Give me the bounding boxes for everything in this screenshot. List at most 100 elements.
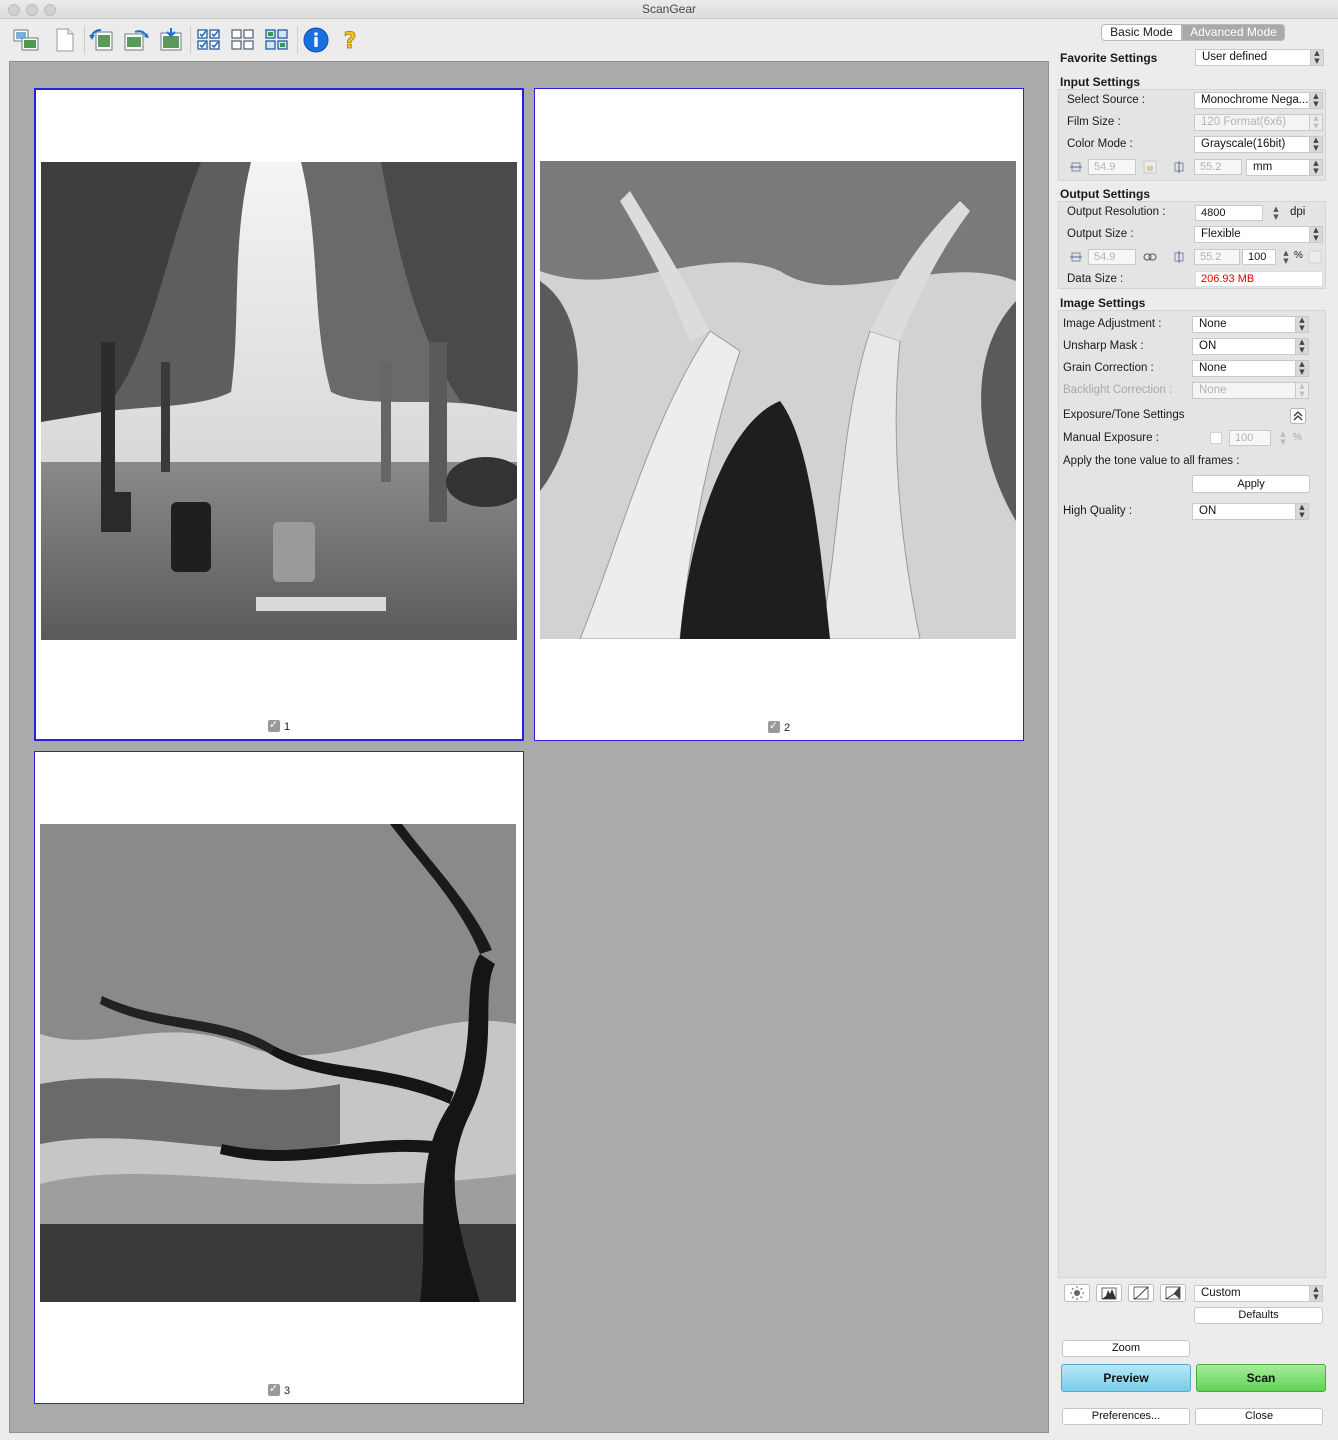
favorite-settings-label: Favorite Settings — [1060, 51, 1158, 65]
histogram-icon[interactable] — [1096, 1284, 1122, 1302]
preview-button[interactable]: Preview — [1061, 1364, 1191, 1392]
thumbnail-view-icon[interactable] — [12, 26, 40, 54]
multi-crop-icon[interactable] — [263, 26, 291, 54]
advanced-mode-tab[interactable]: Advanced Mode — [1182, 24, 1285, 41]
zoom-button[interactable]: Zoom — [1062, 1340, 1190, 1357]
frame-3-label: 3 — [35, 1382, 523, 1397]
frame-2-label: 2 — [535, 719, 1023, 734]
frame-3-checkbox[interactable] — [267, 1382, 280, 1396]
help-icon[interactable]: ? — [336, 26, 364, 54]
minimize-window-button[interactable] — [26, 4, 38, 16]
color-mode-select[interactable]: Grayscale(16bit) ▲ ▼ — [1194, 136, 1323, 153]
apply-button[interactable]: Apply — [1192, 475, 1310, 493]
title-bar: ScanGear — [0, 0, 1338, 19]
high-quality-label: High Quality : — [1063, 505, 1133, 517]
image-settings-title: Image Settings — [1060, 296, 1146, 310]
frame-1-image — [41, 162, 517, 640]
resolution-stepper[interactable]: ▲ ▼ — [1271, 205, 1281, 221]
image-adjustment-label: Image Adjustment : — [1063, 318, 1162, 330]
zoom-window-button[interactable] — [44, 4, 56, 16]
select-source-label: Select Source : — [1067, 94, 1145, 106]
manual-exposure-stepper: ▲ ▼ — [1280, 430, 1286, 446]
unit-select[interactable]: mm ▲ ▼ — [1246, 159, 1323, 176]
chevron-updown-icon: ▲ ▼ — [1295, 504, 1308, 519]
final-review-icon[interactable] — [1160, 1284, 1186, 1302]
grain-correction-label: Grain Correction : — [1063, 362, 1154, 374]
aspect-lock-icon — [1143, 160, 1157, 174]
select-all-frames-icon[interactable] — [195, 26, 223, 54]
close-window-button[interactable] — [8, 4, 20, 16]
toolbar: ? — [0, 20, 1050, 60]
input-height-field: 55.2 — [1194, 159, 1242, 175]
backlight-correction-select: None ▲ ▼ — [1192, 382, 1309, 399]
output-resolution-label: Output Resolution : — [1067, 206, 1166, 218]
preview-area[interactable]: 1 2 — [9, 61, 1049, 1433]
chevron-updown-icon: ▲ ▼ — [1309, 1286, 1322, 1301]
apply-tone-label: Apply the tone value to all frames : — [1063, 455, 1240, 467]
data-size-label: Data Size : — [1067, 273, 1124, 285]
swap-icon — [1308, 250, 1322, 264]
chevron-updown-icon: ▲ ▼ — [1309, 93, 1322, 108]
output-height-field: 55.2 — [1194, 249, 1240, 265]
frame-1[interactable]: 1 — [34, 88, 524, 741]
frame-1-checkbox[interactable] — [267, 718, 280, 732]
frame-2-image — [540, 161, 1016, 639]
chevron-updown-icon: ▲ ▼ — [1295, 361, 1308, 376]
image-adjustment-select[interactable]: None ▲ ▼ — [1192, 316, 1309, 333]
favorite-settings-select[interactable]: User defined ▲ ▼ — [1195, 49, 1324, 66]
output-height-icon — [1174, 251, 1184, 263]
tone-curve-icon[interactable] — [1128, 1284, 1154, 1302]
select-source-select[interactable]: Monochrome Nega... ▲ ▼ — [1194, 92, 1323, 109]
frame-2-checkbox[interactable] — [767, 719, 780, 733]
chevron-updown-icon: ▲ ▼ — [1310, 50, 1323, 65]
auto-crop-icon[interactable] — [157, 26, 185, 54]
basic-mode-tab[interactable]: Basic Mode — [1101, 24, 1182, 41]
data-size-value: 206.93 MB — [1195, 271, 1323, 287]
window-title: ScanGear — [641, 2, 697, 16]
scale-unit: % — [1294, 250, 1303, 261]
resolution-unit: dpi — [1290, 206, 1306, 218]
chevron-updown-icon: ▲ ▼ — [1295, 383, 1308, 398]
backlight-correction-label: Backlight Correction : — [1063, 384, 1173, 396]
output-resolution-field[interactable]: 4800 — [1195, 205, 1263, 221]
scan-button[interactable]: Scan — [1196, 1364, 1326, 1392]
output-size-select[interactable]: Flexible ▲ ▼ — [1194, 226, 1323, 243]
output-size-label: Output Size : — [1067, 228, 1134, 240]
info-icon[interactable] — [302, 26, 330, 54]
film-size-select: 120 Format(6x6) ▲ ▼ — [1194, 114, 1323, 131]
frame-3[interactable]: 3 — [34, 751, 524, 1404]
output-scale-field[interactable]: 100 — [1242, 249, 1276, 265]
manual-exposure-checkbox[interactable] — [1210, 432, 1222, 444]
unsharp-mask-select[interactable]: ON ▲ ▼ — [1192, 338, 1309, 355]
brightness-contrast-icon[interactable] — [1064, 1284, 1090, 1302]
tone-preset-select[interactable]: Custom ▲ ▼ — [1194, 1285, 1323, 1302]
deselect-frames-icon[interactable] — [229, 26, 257, 54]
chevron-updown-icon: ▲ ▼ — [1309, 137, 1322, 152]
height-icon — [1174, 161, 1184, 173]
output-settings-title: Output Settings — [1060, 187, 1150, 201]
collapse-chevron-icon[interactable] — [1290, 408, 1306, 424]
frame-1-label: 1 — [36, 718, 522, 733]
high-quality-select[interactable]: ON ▲ ▼ — [1192, 503, 1309, 520]
close-button[interactable]: Close — [1195, 1408, 1323, 1425]
grain-correction-select[interactable]: None ▲ ▼ — [1192, 360, 1309, 377]
link-icon[interactable] — [1143, 250, 1157, 264]
rotate-right-icon[interactable] — [122, 26, 150, 54]
scangear-window: ScanGear ? ✓1 ✓ 2 ✓3 Basic Mode Advanced… — [0, 0, 1338, 1440]
scale-stepper[interactable]: ▲ ▼ — [1281, 249, 1291, 265]
color-mode-label: Color Mode : — [1067, 138, 1133, 150]
defaults-button[interactable]: Defaults — [1194, 1307, 1323, 1324]
frame-3-image — [40, 824, 516, 1302]
preferences-button[interactable]: Preferences... — [1062, 1408, 1190, 1425]
manual-exposure-unit: % — [1293, 432, 1302, 443]
output-width-field: 54.9 — [1088, 249, 1136, 265]
input-settings-title: Input Settings — [1060, 75, 1140, 89]
frame-2[interactable]: 2 — [534, 88, 1024, 741]
rotate-left-icon[interactable] — [88, 26, 116, 54]
width-icon — [1070, 162, 1082, 172]
chevron-updown-icon: ▲ ▼ — [1309, 160, 1322, 175]
clear-icon[interactable] — [50, 26, 78, 54]
svg-text:?: ? — [344, 29, 357, 54]
manual-exposure-label: Manual Exposure : — [1063, 432, 1159, 444]
film-size-label: Film Size : — [1067, 116, 1121, 128]
